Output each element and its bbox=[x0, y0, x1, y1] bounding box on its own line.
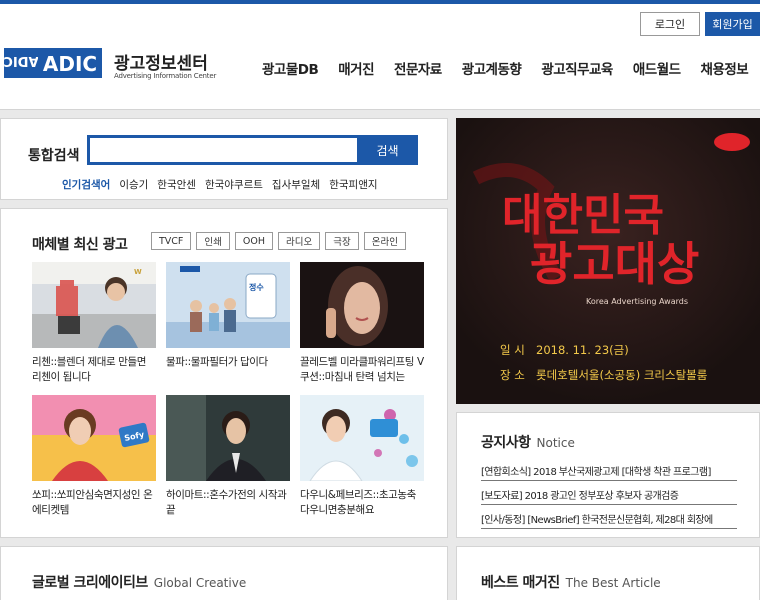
main-navigation: 광고물DB 매거진 전문자료 광고계동향 광고직무교육 애드월드 채용정보 bbox=[262, 58, 760, 78]
filter-online[interactable]: 온라인 bbox=[363, 232, 406, 250]
banner-title-line2: 광고대상 bbox=[530, 237, 699, 291]
notice-item[interactable]: [보도자료] 2018 광고인 정부포상 후보자 공개검증 bbox=[481, 484, 737, 505]
nav-item-ad-db[interactable]: 광고물DB bbox=[262, 58, 319, 78]
logo-title: 광고정보센터 bbox=[114, 54, 208, 74]
banner-subtitle: Korea Advertising Awards bbox=[586, 297, 688, 306]
latest-ads-panel: 매체별 최신 광고 TVCF 인쇄 OOH 라디오 극장 온라인 W 리첸::블… bbox=[0, 208, 448, 538]
site-header: 로그인 회원가입 ADIC ADIC 광고정보센터 Advertising In… bbox=[0, 4, 760, 110]
ad-thumbnail[interactable]: W bbox=[32, 262, 156, 348]
svg-text:ADIC: ADIC bbox=[4, 53, 39, 68]
banner-date-value: 2018. 11. 23(금) bbox=[536, 343, 629, 357]
notice-list: [연합회소식] 2018 부산국제광고제 [대학생 착관 프로그램] [보도자료… bbox=[481, 460, 737, 532]
notice-item[interactable]: [연합회소식] 2018 부산국제광고제 [대학생 착관 프로그램] bbox=[481, 460, 737, 481]
awards-banner[interactable]: 대한민국 광고대상 Korea Advertising Awards 일 시 2… bbox=[456, 118, 760, 404]
notice-title-en: Notice bbox=[536, 436, 575, 450]
filter-cinema[interactable]: 극장 bbox=[325, 232, 359, 250]
filter-ooh[interactable]: OOH bbox=[234, 232, 273, 250]
svg-text:W: W bbox=[134, 268, 142, 276]
svg-text:ADIC: ADIC bbox=[43, 52, 97, 76]
ad-caption[interactable]: 다우니&페브리즈::초고농축 다우니면충분해요 bbox=[300, 488, 424, 518]
banner-place-value: 롯데호텔서울(소공동) 크리스탈볼룸 bbox=[536, 368, 707, 382]
banner-place-label: 장 소 bbox=[500, 368, 525, 382]
ad-thumbnail[interactable] bbox=[300, 262, 424, 348]
ad-caption[interactable]: 쏘피::쏘피안심숙면지성인 온에티켓템 bbox=[32, 488, 156, 518]
best-magazine-title: 베스트 매거진 The Best Article bbox=[481, 575, 661, 591]
site-logo[interactable]: ADIC ADIC 광고정보센터 Advertising Information… bbox=[4, 44, 216, 84]
latest-ads-title: 매체별 최신 광고 bbox=[32, 237, 128, 253]
nav-item-adworld[interactable]: 애드월드 bbox=[633, 58, 681, 78]
popular-keywords-title: 인기검색어 bbox=[62, 179, 111, 191]
filter-radio[interactable]: 라디오 bbox=[278, 232, 321, 250]
login-button[interactable]: 로그인 bbox=[640, 12, 700, 36]
ad-caption[interactable]: 물파::물파필터가 답이다 bbox=[166, 355, 290, 370]
search-label: 통합검색 bbox=[28, 148, 80, 164]
logo-subtitle: Advertising Information Center bbox=[114, 72, 217, 80]
search-panel: 통합검색 검색 인기검색어 이승기 한국안센 한국야쿠르트 집사부일체 한국피앤… bbox=[0, 118, 448, 200]
svg-text:정수: 정수 bbox=[249, 282, 264, 292]
nav-item-magazine[interactable]: 매거진 bbox=[338, 58, 374, 78]
best-magazine-panel: 베스트 매거진 The Best Article bbox=[456, 546, 760, 600]
media-filter-tabs: TVCF 인쇄 OOH 라디오 극장 온라인 bbox=[151, 232, 411, 250]
nav-item-research[interactable]: 전문자료 bbox=[394, 58, 442, 78]
popular-keywords: 인기검색어 이승기 한국안센 한국야쿠르트 집사부일체 한국피앤지 bbox=[62, 177, 387, 192]
ad-thumbnail[interactable] bbox=[166, 395, 290, 481]
notice-item[interactable]: [인사/동정] [NewsBrief] 한국전문신문협회, 제28대 회장에 bbox=[481, 508, 737, 529]
nav-item-training[interactable]: 광고직무교육 bbox=[541, 58, 613, 78]
awards-emblem-icon bbox=[714, 133, 750, 151]
banner-title-line1: 대한민국 bbox=[502, 190, 664, 241]
nav-item-industry-trends[interactable]: 광고계동향 bbox=[462, 58, 522, 78]
join-button[interactable]: 회원가입 bbox=[705, 12, 760, 36]
ad-thumbnail[interactable]: 정수 bbox=[166, 262, 290, 348]
popular-keyword[interactable]: 한국안센 bbox=[157, 177, 196, 192]
ad-thumbnail[interactable] bbox=[300, 395, 424, 481]
global-creative-title: 글로벌 크리에이티브 Global Creative bbox=[32, 575, 247, 591]
popular-keyword[interactable]: 한국야쿠르트 bbox=[205, 177, 263, 192]
search-button[interactable]: 검색 bbox=[357, 135, 418, 165]
popular-keyword[interactable]: 이승기 bbox=[119, 177, 148, 192]
filter-print[interactable]: 인쇄 bbox=[196, 232, 230, 250]
ad-caption[interactable]: 리첸::블렌더 제대로 만들면 리첸이 됩니다 bbox=[32, 355, 156, 385]
notice-title: 공지사항 Notice bbox=[481, 435, 575, 451]
popular-keyword[interactable]: 집사부일체 bbox=[272, 177, 320, 192]
best-magazine-title-en: The Best Article bbox=[565, 576, 661, 590]
filter-tvcf[interactable]: TVCF bbox=[151, 232, 192, 250]
global-creative-title-en: Global Creative bbox=[153, 576, 247, 590]
ad-caption[interactable]: 끌레드벨 미라클파워리프팅 V쿠션::마침내 탄력 넘치는 bbox=[300, 355, 424, 385]
banner-date-label: 일 시 bbox=[500, 343, 525, 357]
global-creative-panel: 글로벌 크리에이티브 Global Creative bbox=[0, 546, 448, 600]
popular-keyword[interactable]: 한국피앤지 bbox=[329, 177, 377, 192]
ad-thumbnail[interactable]: Sofy bbox=[32, 395, 156, 481]
nav-item-jobs[interactable]: 채용정보 bbox=[701, 58, 749, 78]
adic-logo-mark: ADIC ADIC bbox=[4, 48, 102, 78]
search-input[interactable] bbox=[87, 135, 357, 165]
ad-caption[interactable]: 하이마트::혼수가전의 시작과 끝 bbox=[166, 488, 290, 518]
notice-panel: 공지사항 Notice [연합회소식] 2018 부산국제광고제 [대학생 착관 … bbox=[456, 412, 760, 538]
